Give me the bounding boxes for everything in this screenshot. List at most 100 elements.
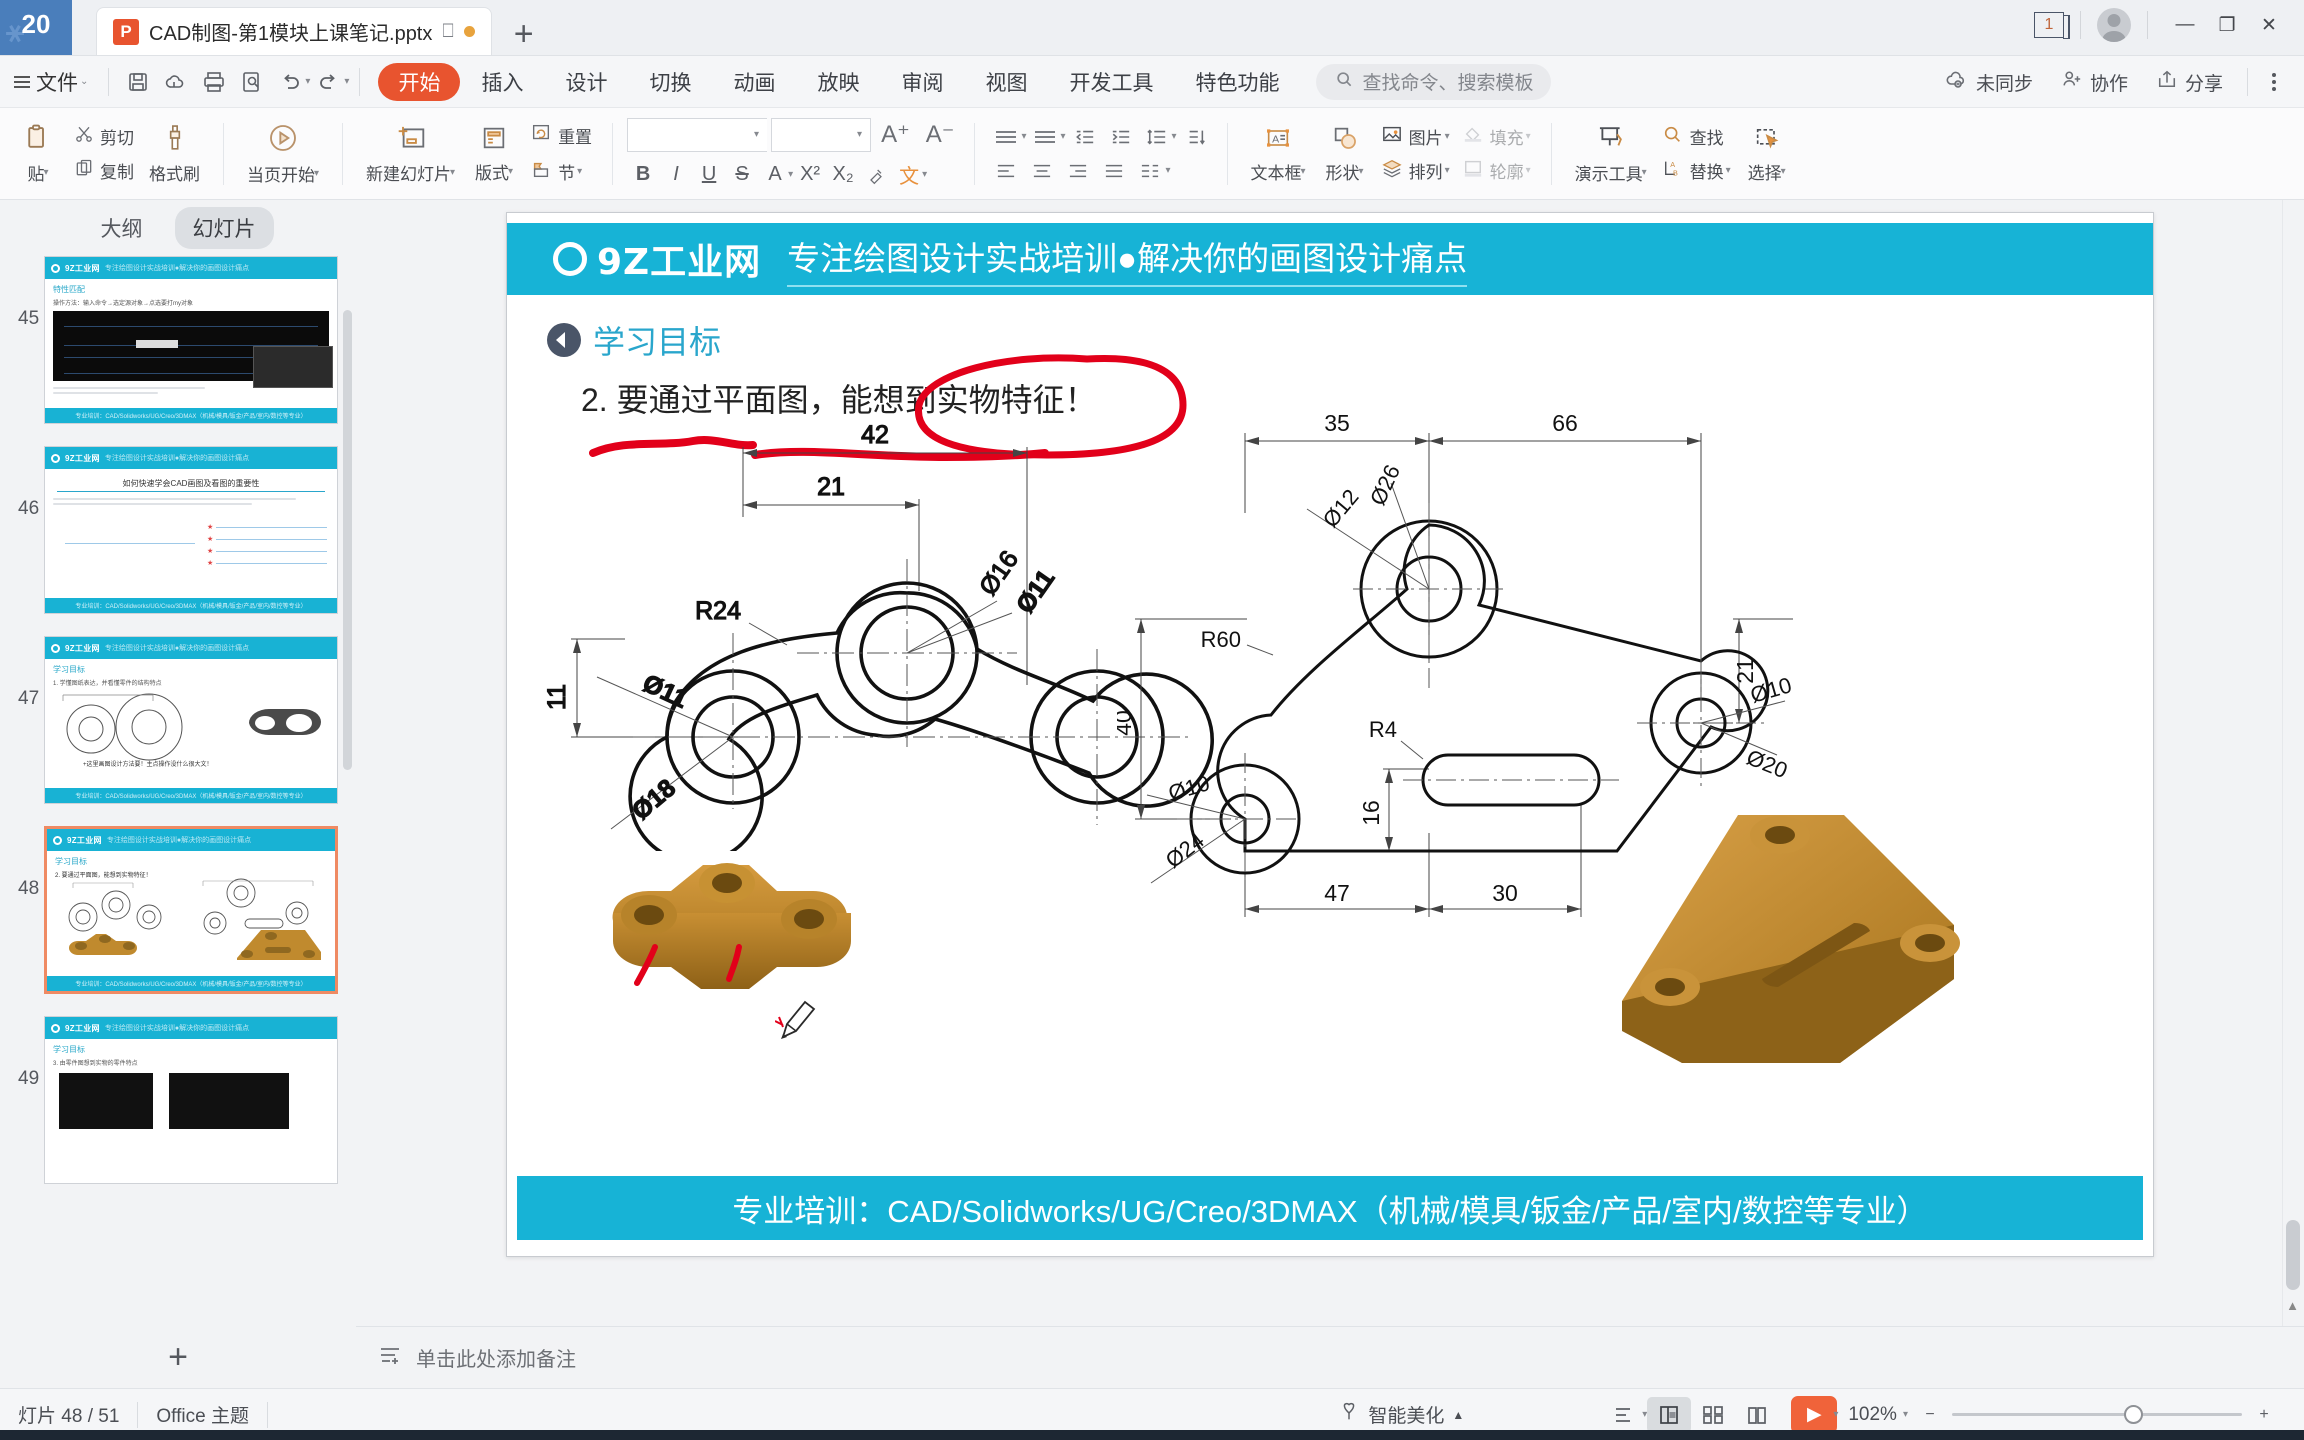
thumbnail-list[interactable]: 45 9Z工业网 专注绘图设计实战培训●解决你的画图设计痛点 特性匹配 操作方法… bbox=[0, 256, 356, 1388]
picture-button[interactable]: 图片 ▾ bbox=[1375, 122, 1456, 152]
superscript-button[interactable]: X² bbox=[794, 160, 826, 190]
paste-button[interactable]: 贴 ▾ bbox=[8, 112, 68, 196]
undo-icon[interactable] bbox=[271, 63, 309, 101]
scrollbar-thumb[interactable] bbox=[2286, 1220, 2300, 1290]
thumbnail-row-selected[interactable]: 48 9Z工业网 专注绘图设计实战培训●解决你的画图设计痛点 学习目标 2. 要… bbox=[18, 826, 338, 994]
increase-indent-icon[interactable] bbox=[1104, 122, 1138, 152]
thumbnail-slide-49[interactable]: 9Z工业网 专注绘图设计实战培训●解决你的画图设计痛点 学习目标 3. 由零件图… bbox=[44, 1016, 338, 1184]
thumbnail-slide-47[interactable]: 9Z工业网 专注绘图设计实战培训●解决你的画图设计痛点 学习目标 1. 学懂图纸… bbox=[44, 636, 338, 804]
file-menu-button[interactable]: 文件 ⌄ bbox=[4, 67, 98, 97]
add-slide-button[interactable]: + bbox=[0, 1326, 356, 1388]
customize-toolbar-icon[interactable]: ▾ bbox=[344, 76, 349, 87]
view-normal-button[interactable] bbox=[1647, 1396, 1692, 1433]
window-list-button[interactable]: 1 bbox=[2034, 12, 2070, 39]
new-slide-button[interactable]: 新建幻灯片 ▾ bbox=[357, 112, 464, 196]
increase-font-size-button[interactable]: A⁺ bbox=[875, 120, 916, 149]
thumbnail-row[interactable]: 46 9Z工业网 专注绘图设计实战培训●解决你的画图设计痛点 如何快速学会CAD… bbox=[18, 446, 338, 614]
chevron-down-icon[interactable]: ▾ bbox=[1021, 131, 1026, 142]
thumbnail-slide-45[interactable]: 9Z工业网 专注绘图设计实战培训●解决你的画图设计痛点 特性匹配 操作方法：输入… bbox=[44, 256, 338, 424]
print-icon[interactable] bbox=[195, 63, 233, 101]
pinyin-guide-button[interactable]: 文 bbox=[893, 160, 925, 190]
start-from-current-slide-button[interactable]: 当页开始 ▾ bbox=[238, 112, 328, 196]
save-icon[interactable] bbox=[119, 63, 157, 101]
select-button[interactable]: 选择 ▾ bbox=[1737, 112, 1797, 196]
bullet-list-icon[interactable] bbox=[989, 122, 1023, 152]
cut-button[interactable]: 剪切 bbox=[68, 122, 140, 152]
restore-button[interactable]: ❐ bbox=[2206, 8, 2248, 42]
chevron-down-icon[interactable]: ▾ bbox=[788, 169, 793, 180]
align-right-icon[interactable] bbox=[1061, 156, 1095, 186]
reset-button[interactable]: 重置 bbox=[524, 120, 598, 152]
minimize-button[interactable]: — bbox=[2164, 8, 2206, 42]
arrange-button[interactable]: 排列 ▾ bbox=[1375, 156, 1456, 186]
ribbon-tab-home[interactable]: 开始 bbox=[378, 62, 461, 101]
search-input[interactable]: 查找命令、搜索模板 bbox=[1316, 63, 1552, 100]
smart-beautify-button[interactable]: 智能美化 ▲ bbox=[1320, 1401, 1482, 1429]
ribbon-tab-transitions[interactable]: 切换 bbox=[628, 63, 712, 101]
align-center-icon[interactable] bbox=[1025, 156, 1059, 186]
zoom-slider[interactable] bbox=[1952, 1405, 2242, 1424]
decrease-font-size-button[interactable]: A⁻ bbox=[920, 120, 961, 149]
cloud-save-icon[interactable] bbox=[157, 63, 195, 101]
line-spacing-icon[interactable] bbox=[1140, 122, 1174, 152]
print-preview-icon[interactable] bbox=[233, 63, 271, 101]
close-button[interactable]: ✕ bbox=[2248, 8, 2290, 42]
redo-icon[interactable] bbox=[310, 63, 348, 101]
ribbon-tab-review[interactable]: 审阅 bbox=[880, 63, 964, 101]
chevron-down-icon[interactable]: ▾ bbox=[1172, 131, 1177, 142]
collaborate-button[interactable]: 协作 bbox=[2047, 69, 2142, 96]
italic-button[interactable]: I bbox=[660, 160, 692, 190]
zoom-level-label[interactable]: 102% bbox=[1838, 1404, 1907, 1426]
numbered-list-icon[interactable] bbox=[1028, 122, 1062, 152]
format-painter-button[interactable]: 格式刷 bbox=[140, 112, 209, 196]
view-outline-button[interactable] bbox=[1602, 1397, 1646, 1433]
theme-label[interactable]: Office 主题 bbox=[138, 1401, 267, 1428]
shape-button[interactable]: 形状 ▾ bbox=[1315, 112, 1375, 196]
underline-button[interactable]: U bbox=[693, 160, 725, 190]
tab-slides[interactable]: 幻灯片 bbox=[174, 207, 274, 249]
view-slide-sorter-button[interactable] bbox=[1691, 1397, 1735, 1433]
fill-button[interactable]: 填充 ▾ bbox=[1456, 122, 1537, 152]
decrease-indent-icon[interactable] bbox=[1068, 122, 1102, 152]
scroll-up-icon[interactable]: ▲ bbox=[2286, 1298, 2299, 1313]
bold-button[interactable]: B bbox=[627, 160, 659, 190]
zoom-slider-knob[interactable] bbox=[2124, 1405, 2143, 1424]
layout-button[interactable]: 版式 ▾ bbox=[464, 112, 524, 196]
start-slideshow-button[interactable]: ▶ bbox=[1791, 1395, 1838, 1434]
chevron-down-icon[interactable]: ▾ bbox=[1165, 165, 1170, 176]
font-size-select[interactable]: ▾ bbox=[771, 117, 872, 152]
ribbon-tab-slideshow[interactable]: 放映 bbox=[796, 63, 880, 101]
zoom-out-button[interactable]: − bbox=[1908, 1397, 1952, 1433]
thumbnail-slide-46[interactable]: 9Z工业网 专注绘图设计实战培训●解决你的画图设计痛点 如何快速学会CAD画图及… bbox=[44, 446, 338, 614]
cast-icon[interactable]: ⎕ bbox=[442, 21, 453, 43]
ribbon-tab-design[interactable]: 设计 bbox=[544, 63, 628, 101]
slide-vertical-scrollbar[interactable]: ▲ ▼ bbox=[2282, 200, 2304, 1343]
sidebar-scrollbar[interactable] bbox=[343, 310, 352, 770]
replace-button[interactable]: AB 替换 ▾ bbox=[1656, 156, 1737, 186]
textbox-button[interactable]: A 文本框 ▾ bbox=[1242, 112, 1315, 196]
align-justify-icon[interactable] bbox=[1097, 156, 1131, 186]
thumbnail-row[interactable]: 45 9Z工业网 专注绘图设计实战培训●解决你的画图设计痛点 特性匹配 操作方法… bbox=[18, 256, 338, 424]
sync-status-button[interactable]: 未同步 bbox=[1931, 69, 2047, 96]
section-button[interactable]: 节 ▾ bbox=[524, 156, 598, 188]
font-color-button[interactable]: A bbox=[759, 160, 791, 190]
avatar[interactable] bbox=[2097, 8, 2131, 42]
ribbon-tab-animations[interactable]: 动画 bbox=[712, 63, 796, 101]
thumbnail-row[interactable]: 47 9Z工业网 专注绘图设计实战培训●解决你的画图设计痛点 学习目标 1. 学… bbox=[18, 636, 338, 804]
strikethrough-button[interactable]: S bbox=[726, 160, 758, 190]
ribbon-tab-insert[interactable]: 插入 bbox=[460, 63, 544, 101]
zoom-in-button[interactable]: + bbox=[2242, 1397, 2286, 1433]
find-button[interactable]: 查找 bbox=[1656, 122, 1737, 152]
chevron-down-icon[interactable]: ▾ bbox=[1060, 131, 1065, 142]
columns-icon[interactable] bbox=[1133, 156, 1167, 186]
share-button[interactable]: 分享 bbox=[2142, 69, 2237, 96]
font-family-select[interactable]: ▾ bbox=[627, 117, 768, 152]
thumbnail-row[interactable]: 49 9Z工业网 专注绘图设计实战培训●解决你的画图设计痛点 学习目标 3. 由… bbox=[18, 1016, 338, 1184]
ribbon-tab-developer[interactable]: 开发工具 bbox=[1048, 63, 1174, 101]
notes-pane[interactable]: 单击此处添加备注 bbox=[356, 1326, 2304, 1388]
slide-canvas[interactable]: 9Z工业网 专注绘图设计实战培训●解决你的画图设计痛点 学习目标 2. 要通过平… bbox=[506, 212, 2154, 1257]
clear-format-icon[interactable] bbox=[860, 160, 892, 190]
view-reading-button[interactable] bbox=[1735, 1397, 1779, 1433]
more-options-icon[interactable] bbox=[2258, 73, 2290, 91]
presentation-tools-button[interactable]: 演示工具 ▾ bbox=[1566, 112, 1656, 196]
